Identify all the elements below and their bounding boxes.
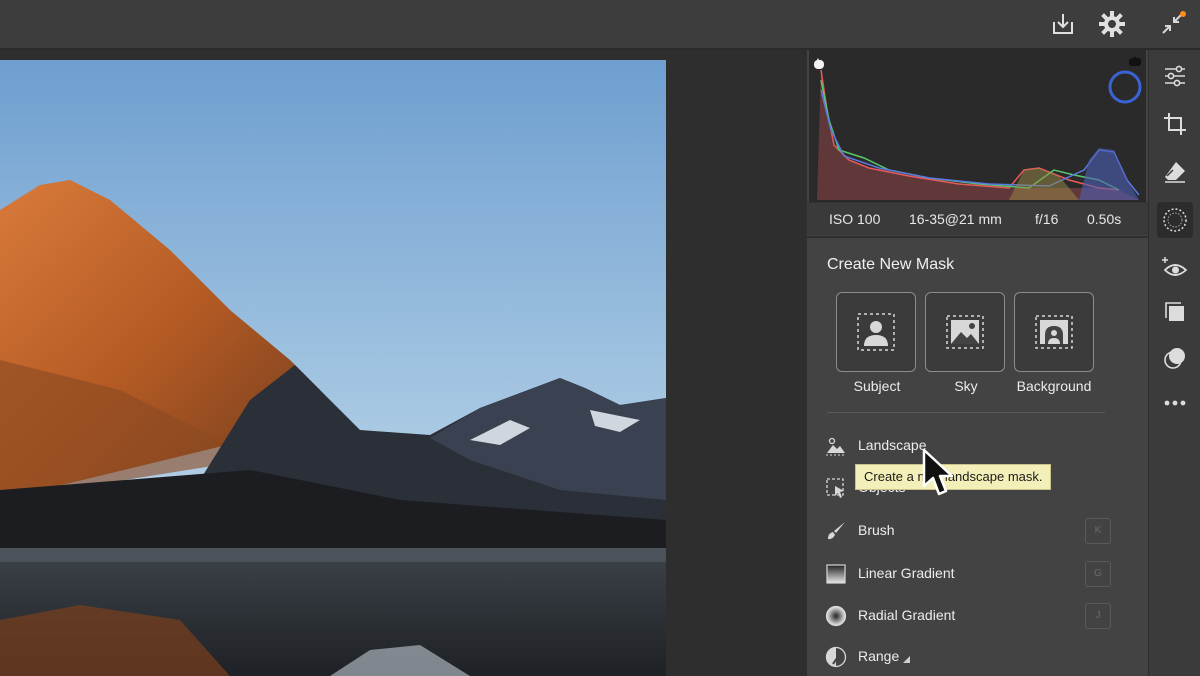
edit-panel: ISO 100 16-35@21 mm f/16 0.50s Create Ne… [806,50,1149,676]
radial-gradient-icon [825,605,847,627]
loading-indicator-icon [1108,70,1142,104]
subject-person-icon [857,313,895,351]
exif-shutter: 0.50s [1087,211,1122,227]
range-flyout-icon[interactable] [903,656,910,663]
radial-gradient-tool[interactable]: Radial Gradient J [821,601,1111,631]
landscape-tool[interactable]: Landscape [821,431,1111,461]
red-eye-icon[interactable] [1157,250,1193,286]
brush-icon [828,522,845,540]
image-canvas[interactable] [0,50,806,676]
background-mask-button[interactable] [1014,292,1094,372]
radial-gradient-shortcut: J [1085,603,1111,629]
range-tool[interactable]: Range [821,642,1111,672]
mask-divider [827,412,1105,413]
linear-gradient-tool[interactable]: Linear Gradient G [821,559,1111,589]
linear-gradient-label: Linear Gradient [858,565,955,581]
range-label: Range [858,648,900,664]
sky-mask-button[interactable] [925,292,1005,372]
mouse-cursor-icon [922,448,954,496]
landscape-label: Landscape [858,437,927,453]
subject-mask-button[interactable] [836,292,916,372]
sky-image-icon [946,315,984,349]
exif-aperture: f/16 [1035,211,1059,227]
linear-gradient-shortcut: G [1085,561,1111,587]
shadow-clipping-icon[interactable] [814,60,824,69]
top-toolbar [0,0,1200,48]
sky-label: Sky [954,378,978,394]
exif-iso: ISO 100 [829,211,881,227]
presets-icon[interactable] [1157,294,1193,330]
collapse-arrows-icon[interactable] [1156,8,1188,40]
brush-label: Brush [858,522,895,538]
exif-info: ISO 100 16-35@21 mm f/16 0.50s [807,203,1149,235]
landscape-photo [0,60,666,676]
subject-label: Subject [853,378,901,394]
eraser-heal-icon[interactable] [1157,154,1193,190]
notification-dot [1180,11,1186,17]
panel-separator [807,236,1149,238]
radial-gradient-label: Radial Gradient [858,607,956,623]
linear-gradient-icon [826,564,846,584]
range-icon [825,646,847,668]
histogram[interactable] [809,50,1146,202]
brush-tool[interactable]: Brush K [821,516,1111,546]
landscape-icon [826,437,846,456]
masking-icon[interactable] [1157,202,1193,238]
more-icon[interactable] [1157,385,1193,421]
objects-select-icon [826,478,844,498]
highlight-clipping-icon[interactable] [1129,58,1141,66]
edit-sliders-icon[interactable] [1157,58,1193,94]
background-arch-icon [1035,315,1073,349]
tool-rail [1148,50,1200,676]
background-label: Background [1016,378,1092,394]
versions-icon[interactable] [1157,340,1193,376]
mask-panel-title: Create New Mask [827,256,955,273]
crop-icon[interactable] [1157,106,1193,142]
settings-gear-icon[interactable] [1096,8,1128,40]
exif-lens: 16-35@21 mm [909,211,1002,227]
export-icon[interactable] [1047,8,1079,40]
brush-shortcut: K [1085,518,1111,544]
